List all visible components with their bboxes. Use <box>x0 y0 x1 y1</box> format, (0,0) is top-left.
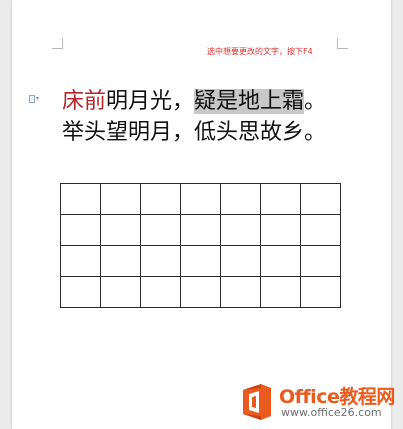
document-arrow-icon[interactable]: ▾ <box>29 94 41 104</box>
poem-line-1[interactable]: 床前明月光，疑是地上霜。 <box>62 86 326 117</box>
table-cell[interactable] <box>260 183 301 215</box>
table-cell[interactable] <box>60 214 101 246</box>
table-cell[interactable] <box>260 276 301 308</box>
table-cell[interactable] <box>60 245 101 277</box>
table-row[interactable] <box>60 245 341 277</box>
table-cell[interactable] <box>140 214 181 246</box>
normal-text[interactable]: 明月光， <box>106 89 194 114</box>
table-cell[interactable] <box>220 276 261 308</box>
poem-text[interactable]: 床前明月光，疑是地上霜。 举头望明月，低头思故乡。 <box>62 86 326 148</box>
table-cell[interactable] <box>60 276 101 308</box>
table-cell[interactable] <box>260 245 301 277</box>
table-cell[interactable] <box>60 183 101 215</box>
table-cell[interactable] <box>300 183 341 215</box>
table-cell[interactable] <box>100 214 141 246</box>
table-cell[interactable] <box>180 214 221 246</box>
table-cell[interactable] <box>100 183 141 215</box>
table-cell[interactable] <box>220 183 261 215</box>
site-url: www.office26.com <box>281 406 382 419</box>
table-row[interactable] <box>60 214 341 246</box>
table-cell[interactable] <box>180 183 221 215</box>
table-row[interactable] <box>60 183 341 215</box>
line-end-punct[interactable]: 。 <box>304 89 326 114</box>
table-cell[interactable] <box>140 245 181 277</box>
table-cell[interactable] <box>140 183 181 215</box>
table-cell[interactable] <box>260 214 301 246</box>
table-cell[interactable] <box>300 245 341 277</box>
table-row[interactable] <box>60 276 341 308</box>
table-cell[interactable] <box>300 276 341 308</box>
table-cell[interactable] <box>100 276 141 308</box>
table-cell[interactable] <box>100 245 141 277</box>
poem-line-2[interactable]: 举头望明月，低头思故乡。 <box>62 117 326 148</box>
margin-corner-top-left <box>52 38 63 49</box>
red-text[interactable]: 床前 <box>62 89 106 114</box>
table-cell[interactable] <box>180 245 221 277</box>
office-logo-icon <box>243 384 271 420</box>
document-page[interactable]: 选中想要更改的文字，按下F4 ▾ 床前明月光，疑是地上霜。 举头望明月，低头思故… <box>12 0 391 429</box>
office-watermark: Office教程网 www.office26.com <box>239 380 399 424</box>
table-cell[interactable] <box>180 276 221 308</box>
table-cell[interactable] <box>220 245 261 277</box>
site-name: Office教程网 <box>279 386 395 408</box>
empty-table[interactable] <box>60 183 341 308</box>
table-cell[interactable] <box>220 214 261 246</box>
table-cell[interactable] <box>300 214 341 246</box>
table-cell[interactable] <box>140 276 181 308</box>
margin-corner-top-right <box>337 38 348 49</box>
selected-text[interactable]: 疑是地上霜 <box>194 89 305 114</box>
instruction-hint: 选中想要更改的文字，按下F4 <box>207 47 313 56</box>
